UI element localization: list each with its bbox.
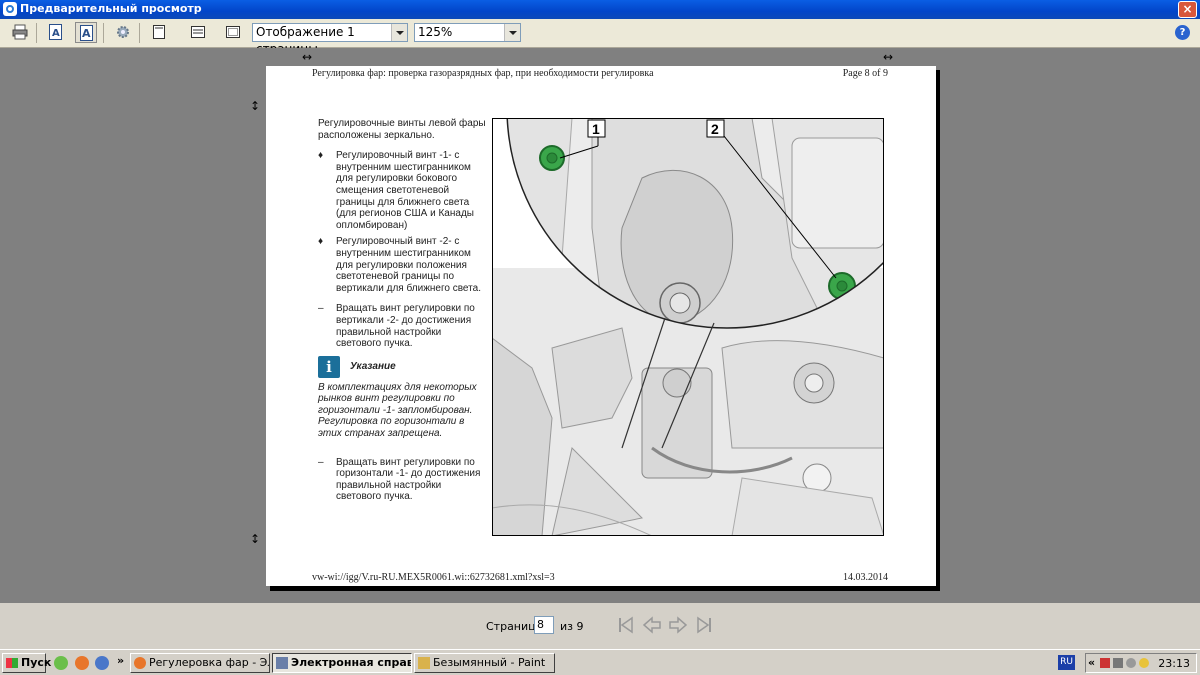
utorrent-icon[interactable] <box>54 656 68 670</box>
last-page-button[interactable] <box>694 615 714 635</box>
first-page-button[interactable] <box>616 615 636 635</box>
title-bar: Предварительный просмотр × <box>0 0 1200 19</box>
help-button[interactable]: ? <box>1175 25 1190 40</box>
page-footer-url: vw-wi://igg/V.ru-RU.MEX5R0061.wi::627326… <box>312 572 555 583</box>
page-header-title: Регулировка фар: проверка газоразрядных … <box>312 68 654 79</box>
note-title: Указание <box>350 360 396 372</box>
system-tray: « 23:13 <box>1085 653 1197 673</box>
taskbar-item-paint[interactable]: Безымянный - Paint <box>414 653 555 673</box>
headlight-figure: 1 2 <box>492 118 884 536</box>
close-button[interactable]: × <box>1178 1 1197 18</box>
text-size-pressed-icon: A <box>80 25 93 41</box>
callout-label-1: 1 <box>592 121 600 137</box>
step-item: – Вращать винт регулировки по вертикали … <box>318 303 488 349</box>
taskbar-item-help[interactable]: Электронная справо... <box>272 653 412 673</box>
start-button[interactable]: Пуск <box>2 653 51 673</box>
bullet-marker: ♦ <box>318 150 324 162</box>
firefox-icon[interactable] <box>75 656 89 670</box>
callout-label-2: 2 <box>711 121 719 137</box>
options-gear-icon <box>117 26 129 38</box>
page-view-select[interactable]: Отображение 1 страницы <box>252 23 408 56</box>
tray-chevron[interactable]: « <box>1088 656 1095 669</box>
svg-text:A: A <box>82 27 91 40</box>
first-page-icon <box>619 616 633 634</box>
document-page: Регулировка фар: проверка газоразрядных … <box>266 66 936 586</box>
arrow-left-icon <box>642 616 661 634</box>
preview-area: ↔ ↔ ↕ ↕ Регулировка фар: проверка газора… <box>0 48 1200 603</box>
page-setup-button[interactable] <box>112 22 134 43</box>
print-icon <box>12 24 28 40</box>
page-total-label: из 9 <box>560 620 584 633</box>
zoom-select[interactable]: 125% <box>414 23 521 42</box>
next-page-button[interactable] <box>668 615 688 635</box>
settings-icon[interactable] <box>1126 658 1136 668</box>
single-page-icon <box>153 25 165 39</box>
page-width-button[interactable] <box>187 22 209 43</box>
bullet-item: ♦ Регулировочный винт -2- с внутренним ш… <box>318 236 488 294</box>
note-text: В комплектациях для некоторых рынков вин… <box>318 381 477 440</box>
engine-bay-illustration: 1 2 <box>492 118 884 536</box>
bullet-text: Регулировочный винт -2- с внутренним шес… <box>336 236 481 294</box>
full-page-icon <box>226 26 240 38</box>
margin-handle-right-icon[interactable]: ↔ <box>883 51 893 63</box>
arrow-right-icon <box>669 616 688 634</box>
step-text: Вращать винт регулировки по вертикали -2… <box>336 303 475 350</box>
paint-icon <box>418 657 430 669</box>
task-label: Электронная справо... <box>291 656 411 669</box>
previous-page-button[interactable] <box>642 615 662 635</box>
taskbar-item-firefox[interactable]: Регулеровка фар - Эле... <box>130 653 270 673</box>
last-page-icon <box>697 616 711 634</box>
page-width-icon <box>191 26 205 38</box>
zoom-value: 125% <box>418 25 453 39</box>
status-icon[interactable] <box>1139 658 1149 668</box>
text-size-icon: A <box>49 24 62 40</box>
help-viewer-icon <box>276 657 288 669</box>
task-label: Безымянный - Paint <box>433 656 546 669</box>
instruction-column: Регулировочные винты левой фары располож… <box>318 118 488 503</box>
chevron-down-icon <box>391 24 407 41</box>
firefox-icon <box>134 657 146 669</box>
text-size-button[interactable]: A <box>45 22 67 43</box>
intro-text: Регулировочные винты левой фары располож… <box>318 118 486 141</box>
bullet-item: ♦ Регулировочный винт -1- с внутренним ш… <box>318 150 488 231</box>
taskbar: Пуск » Регулеровка фар - Эле... Электрон… <box>0 649 1200 675</box>
language-indicator[interactable]: RU <box>1058 655 1075 670</box>
page-footer-date: 14.03.2014 <box>843 572 888 583</box>
page-navigation: Страница 8 из 9 <box>0 603 1200 649</box>
toolbar: A A Отображение 1 страницы 125% ? <box>0 19 1200 56</box>
margin-handle-left-icon[interactable]: ↔ <box>302 51 312 63</box>
step-marker: – <box>318 303 324 315</box>
task-label: Регулеровка фар - Эле... <box>149 656 269 669</box>
chrome-icon[interactable] <box>95 656 109 670</box>
internet-explorer-icon <box>3 2 17 16</box>
start-label: Пуск <box>21 656 52 669</box>
page-number: Page 8 of 9 <box>842 68 888 79</box>
text-size-large-button[interactable]: A <box>75 22 97 43</box>
svg-text:A: A <box>52 28 60 39</box>
print-button[interactable] <box>9 22 31 43</box>
bullet-marker: ♦ <box>318 236 324 248</box>
window-title: Предварительный просмотр <box>20 2 202 15</box>
note-header: i Указание <box>318 355 488 380</box>
full-page-button[interactable] <box>222 22 244 43</box>
quicklaunch-chevron[interactable]: » <box>117 654 124 667</box>
single-page-button[interactable] <box>148 22 170 43</box>
page-number-input[interactable]: 8 <box>534 616 554 634</box>
margin-handle-top-icon[interactable]: ↕ <box>250 100 260 112</box>
step-text: Вращать винт регулировки по горизонтали … <box>336 456 481 503</box>
step-item: – Вращать винт регулировки по горизонтал… <box>318 457 488 503</box>
step-marker: – <box>318 456 324 468</box>
info-icon: i <box>318 355 340 378</box>
margin-handle-bottom-icon[interactable]: ↕ <box>250 533 260 545</box>
bullet-text: Регулировочный винт -1- с внутренним шес… <box>336 150 474 231</box>
clock[interactable]: 23:13 <box>1158 657 1190 670</box>
windows-logo-icon <box>6 658 18 668</box>
volume-icon[interactable] <box>1113 658 1123 668</box>
network-icon[interactable] <box>1100 658 1110 668</box>
chevron-down-icon <box>504 24 520 41</box>
